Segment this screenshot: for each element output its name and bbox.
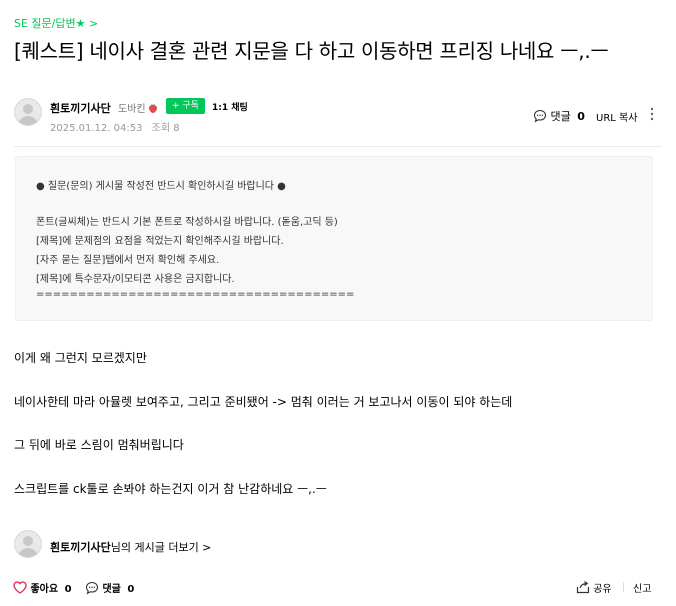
comment-button-bottom[interactable]: 댓글 0 bbox=[85, 580, 134, 598]
comment-icon bbox=[533, 109, 547, 126]
footer-avatar[interactable] bbox=[14, 530, 42, 558]
body-paragraph-4: 스크립트를 ck툴로 손봐야 하는건지 이거 참 난감하네요 ㅡ,.ㅡ bbox=[14, 482, 327, 496]
author-name[interactable]: 흰토끼기사단 bbox=[50, 100, 111, 116]
more-posts-label: 님의 게시글 더보기 > bbox=[110, 541, 212, 554]
notice-line-5: [제목]에 특수문자/이모티콘 사용은 금지합니다. bbox=[36, 274, 235, 285]
chat-button[interactable]: 1:1 채팅 bbox=[212, 100, 248, 113]
view-count: 조회 8 bbox=[151, 123, 180, 134]
notice-line-1: ● 질문(문의) 게시물 작성전 반드시 확인하시길 바랍니다 ● bbox=[36, 181, 286, 192]
category-link[interactable]: SE 질문/답변★ > bbox=[14, 15, 98, 31]
subscribe-button[interactable]: + 구독 bbox=[166, 98, 205, 114]
more-options-icon[interactable] bbox=[649, 106, 655, 125]
share-icon bbox=[576, 581, 590, 597]
comment-count: 0 bbox=[577, 110, 585, 123]
heart-icon bbox=[13, 581, 27, 597]
body-paragraph-3: 그 뒤에 바로 스림이 멈춰버립니다 bbox=[14, 438, 184, 452]
notice-line-3: [제목]에 문제점의 요점을 적었는지 확인해주시길 바랍니다. bbox=[36, 236, 284, 247]
footer-author-name: 흰토끼기사단 bbox=[50, 541, 111, 554]
like-label: 좋아요 bbox=[30, 584, 59, 595]
bottom-divider bbox=[623, 582, 624, 592]
like-button[interactable]: 좋아요 0 bbox=[13, 580, 72, 597]
like-count: 0 bbox=[64, 584, 72, 595]
body-paragraph-1: 이게 왜 그런지 모르겠지만 bbox=[14, 351, 147, 365]
report-button[interactable]: 신고 bbox=[633, 580, 651, 595]
notice-line-6: ====================================== bbox=[36, 289, 355, 300]
more-posts-link[interactable]: 흰토끼기사단님의 게시글 더보기 > bbox=[50, 539, 211, 555]
default-avatar-icon bbox=[18, 536, 38, 557]
avatar[interactable] bbox=[14, 98, 42, 126]
comment-label: 댓글 bbox=[550, 110, 571, 123]
share-label: 공유 bbox=[593, 584, 612, 595]
default-avatar-icon bbox=[18, 104, 38, 125]
post-title: [퀘스트] 네이사 결혼 관련 지문을 다 하고 이동하면 프리징 나네요 ㅡ,… bbox=[14, 39, 609, 63]
author-grade: 도바킨 bbox=[118, 100, 157, 116]
url-copy-button[interactable]: URL 복사 bbox=[596, 109, 637, 124]
comment-count: 0 bbox=[127, 584, 135, 595]
post-meta: 2025.01.12. 04:53 조회 8 bbox=[50, 119, 186, 134]
notice-line-4: [자주 묻는 질문]탭에서 먼저 확인해 주세요. bbox=[36, 255, 220, 266]
grade-label: 도바킨 bbox=[118, 104, 146, 115]
comment-link-top[interactable]: 댓글 0 bbox=[533, 108, 585, 126]
strawberry-icon bbox=[148, 103, 157, 116]
header-divider bbox=[14, 146, 662, 147]
notice-line-2: 폰트(글씨체)는 반드시 기본 폰트로 작성하시길 바랍니다. (돋움,고딕 등… bbox=[36, 217, 338, 228]
comment-icon bbox=[85, 581, 99, 598]
post-date: 2025.01.12. 04:53 bbox=[50, 123, 143, 134]
share-button[interactable]: 공유 bbox=[576, 580, 612, 597]
body-paragraph-2: 네이사한테 마라 아뮬렛 보여주고, 그리고 준비됐어 -> 멈춰 이러는 거 … bbox=[14, 395, 513, 409]
comment-label: 댓글 bbox=[102, 584, 121, 595]
notice-box: ● 질문(문의) 게시물 작성전 반드시 확인하시길 바랍니다 ● 폰트(글씨체… bbox=[15, 156, 653, 321]
